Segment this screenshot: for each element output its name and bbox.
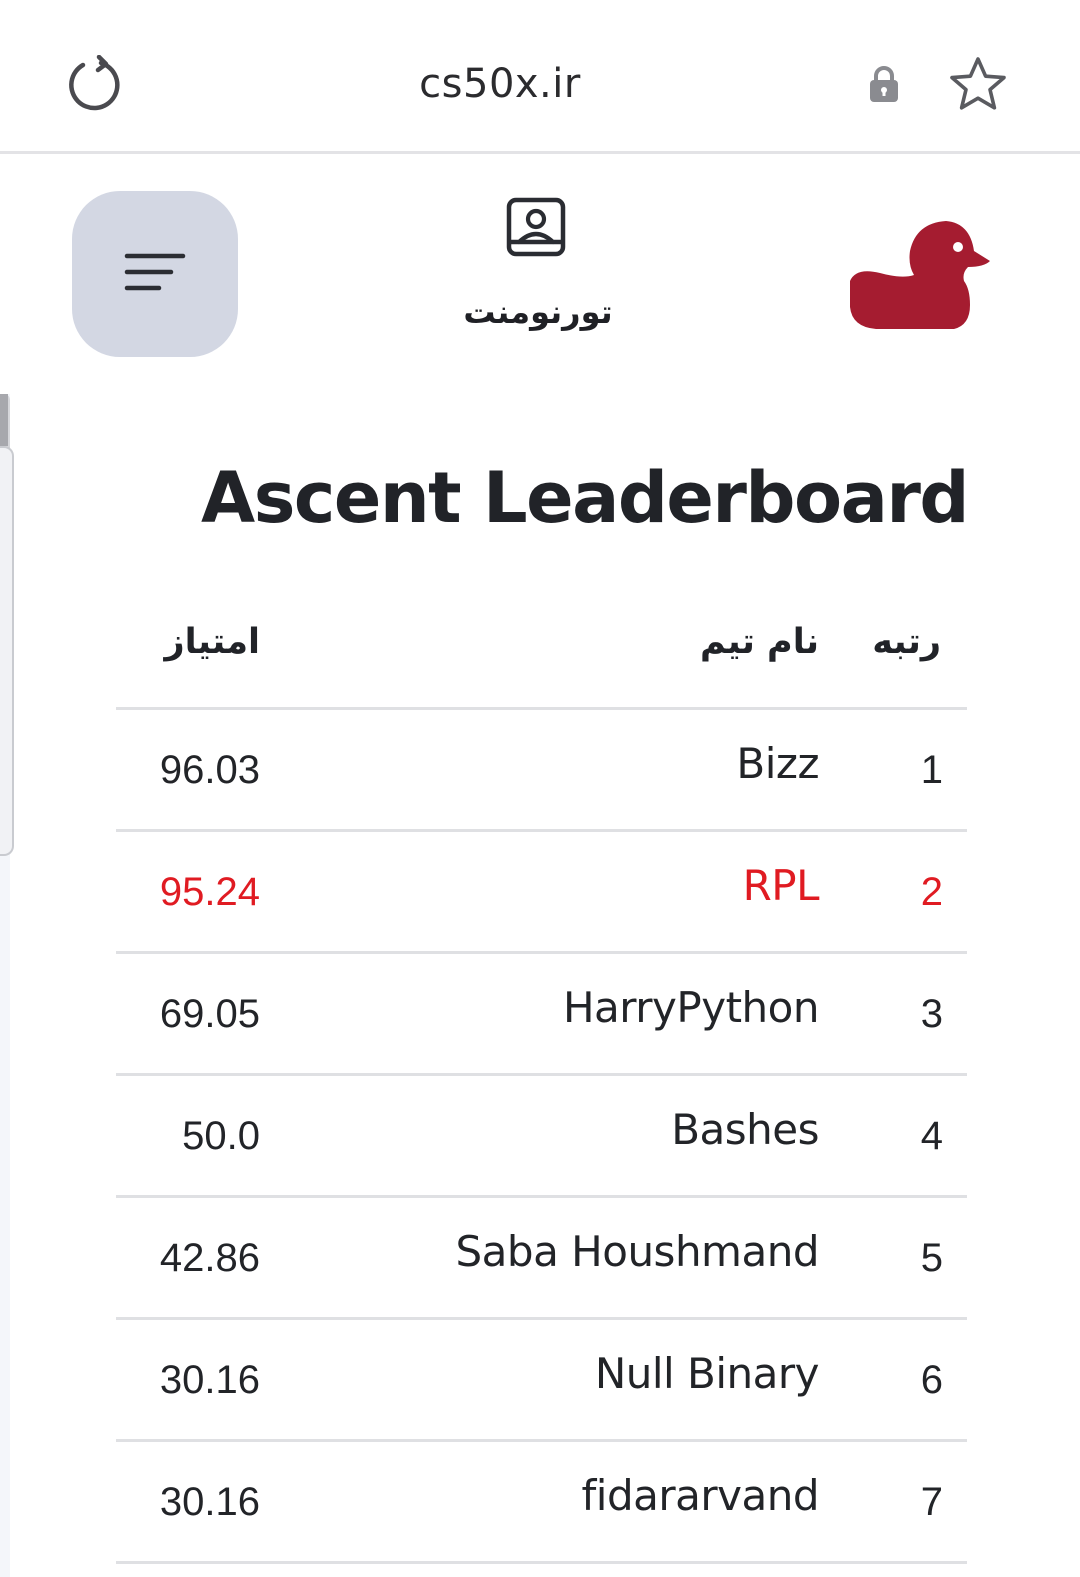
star-icon (950, 57, 1006, 110)
rank-cell: 3 (920, 992, 943, 1036)
score-cell: 69.05 (159, 992, 260, 1036)
table-row-highlighted: 2 RPL 95.24 (116, 832, 967, 954)
team-cell: RPL (742, 861, 820, 910)
browser-address-bar: cs50x.ir (0, 0, 1080, 154)
team-cell: Bizz (736, 739, 819, 788)
rank-cell: 2 (920, 870, 943, 914)
rank-cell: 1 (920, 748, 943, 792)
user-badge-icon (504, 195, 568, 259)
lock-icon[interactable] (862, 62, 906, 106)
score-cell: 30.16 (159, 1480, 260, 1524)
reload-icon (69, 55, 120, 111)
team-cell: HarryPython (562, 983, 820, 1032)
rank-cell: 4 (920, 1114, 943, 1158)
table-row: 6 Null Binary 30.16 (116, 1320, 967, 1442)
score-cell: 50.0 (182, 1114, 260, 1158)
rank-cell: 6 (920, 1358, 943, 1402)
column-header-team: نام تیم (700, 622, 819, 662)
rank-cell: 7 (920, 1480, 943, 1524)
menu-icon (124, 253, 186, 291)
score-cell: 95.24 (159, 870, 260, 914)
table-row: 5 Saba Houshmand 42.86 (116, 1198, 967, 1320)
leaderboard-table: رتبه نام تیم امتیاز 1 Bizz 96.03 2 RPL 9… (116, 588, 967, 1564)
team-cell: Saba Houshmand (455, 1227, 820, 1276)
url-text[interactable]: cs50x.ir (340, 54, 660, 114)
table-header-row: رتبه نام تیم امتیاز (116, 588, 967, 710)
tournament-nav-link[interactable]: تورنومنت (440, 187, 636, 347)
score-cell: 96.03 (159, 748, 260, 792)
team-cell: Null Binary (594, 1349, 820, 1398)
table-row: 1 Bizz 96.03 (116, 710, 967, 832)
column-header-rank: رتبه (872, 622, 941, 662)
rank-cell: 5 (920, 1236, 943, 1280)
table-row: 3 HarryPython 69.05 (116, 954, 967, 1076)
reload-button[interactable] (62, 52, 128, 118)
team-cell: fidararvand (581, 1471, 820, 1520)
score-cell: 30.16 (159, 1358, 260, 1402)
team-cell: Bashes (671, 1105, 819, 1154)
tournament-label: تورنومنت (463, 293, 613, 331)
scrollbar-thumb[interactable] (0, 394, 8, 446)
table-row: 7 fidararvand 30.16 (116, 1442, 967, 1564)
menu-button[interactable] (72, 191, 238, 357)
score-cell: 42.86 (159, 1236, 260, 1280)
side-drawer-edge[interactable] (0, 446, 14, 856)
site-header: تورنومنت (0, 157, 1080, 392)
bookmark-button[interactable] (944, 52, 1012, 118)
duck-logo[interactable] (846, 217, 992, 333)
table-row: 4 Bashes 50.0 (116, 1076, 967, 1198)
page-title: Ascent Leaderboard (201, 457, 969, 539)
column-header-score: امتیاز (164, 622, 260, 662)
